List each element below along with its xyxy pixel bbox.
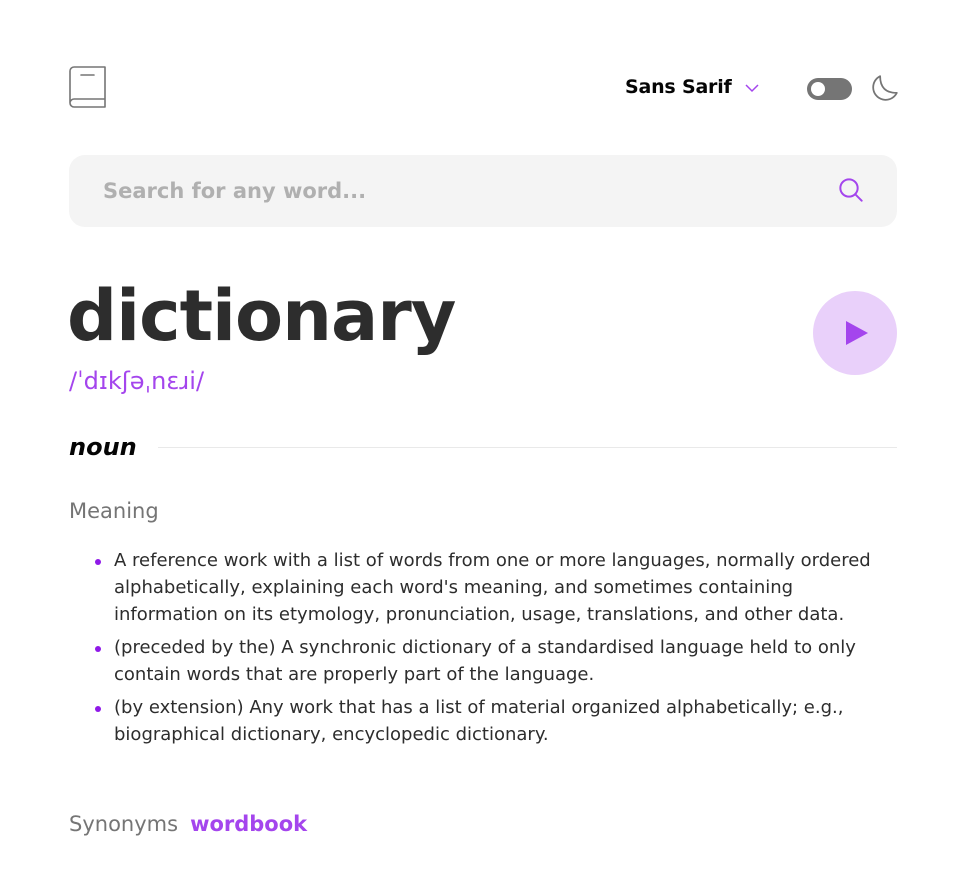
bullet-icon [95, 559, 101, 565]
synonyms-label: Synonyms [69, 812, 179, 836]
book-icon[interactable] [69, 66, 107, 108]
font-selector[interactable]: Sans Sarif [625, 76, 759, 98]
play-pronunciation-button[interactable] [813, 291, 897, 375]
divider [158, 447, 897, 448]
definition-item: (by extension) Any work that has a list … [69, 694, 897, 748]
definition-item: (preceded by the) A synchronic dictionar… [69, 634, 897, 688]
theme-toggle[interactable] [807, 78, 852, 100]
theme-toggle-knob [811, 82, 825, 96]
chevron-down-icon [745, 83, 759, 92]
definition-text: A reference work with a list of words fr… [114, 550, 871, 625]
synonyms-row: Synonyms wordbook [69, 812, 307, 836]
definition-list: A reference work with a list of words fr… [69, 547, 897, 754]
search-input[interactable] [103, 155, 803, 227]
synonym-link[interactable]: wordbook [190, 812, 307, 836]
bullet-icon [95, 706, 101, 712]
definition-text: (preceded by the) A synchronic dictionar… [114, 637, 856, 685]
meaning-heading: Meaning [69, 499, 159, 523]
part-of-speech-row: noun [69, 430, 897, 464]
search-bar [69, 155, 897, 227]
moon-icon[interactable] [872, 75, 898, 101]
definition-item: A reference work with a list of words fr… [69, 547, 897, 628]
entry-phonetic: /ˈdɪkʃəˌnɛɹi/ [69, 367, 205, 395]
definition-text: (by extension) Any work that has a list … [114, 697, 844, 745]
part-of-speech: noun [69, 433, 137, 461]
play-icon [846, 321, 868, 345]
font-selector-label: Sans Sarif [625, 76, 732, 98]
app-header: Sans Sarif [69, 66, 898, 110]
search-icon[interactable] [839, 178, 863, 202]
bullet-icon [95, 646, 101, 652]
entry-word: dictionary [67, 275, 456, 357]
